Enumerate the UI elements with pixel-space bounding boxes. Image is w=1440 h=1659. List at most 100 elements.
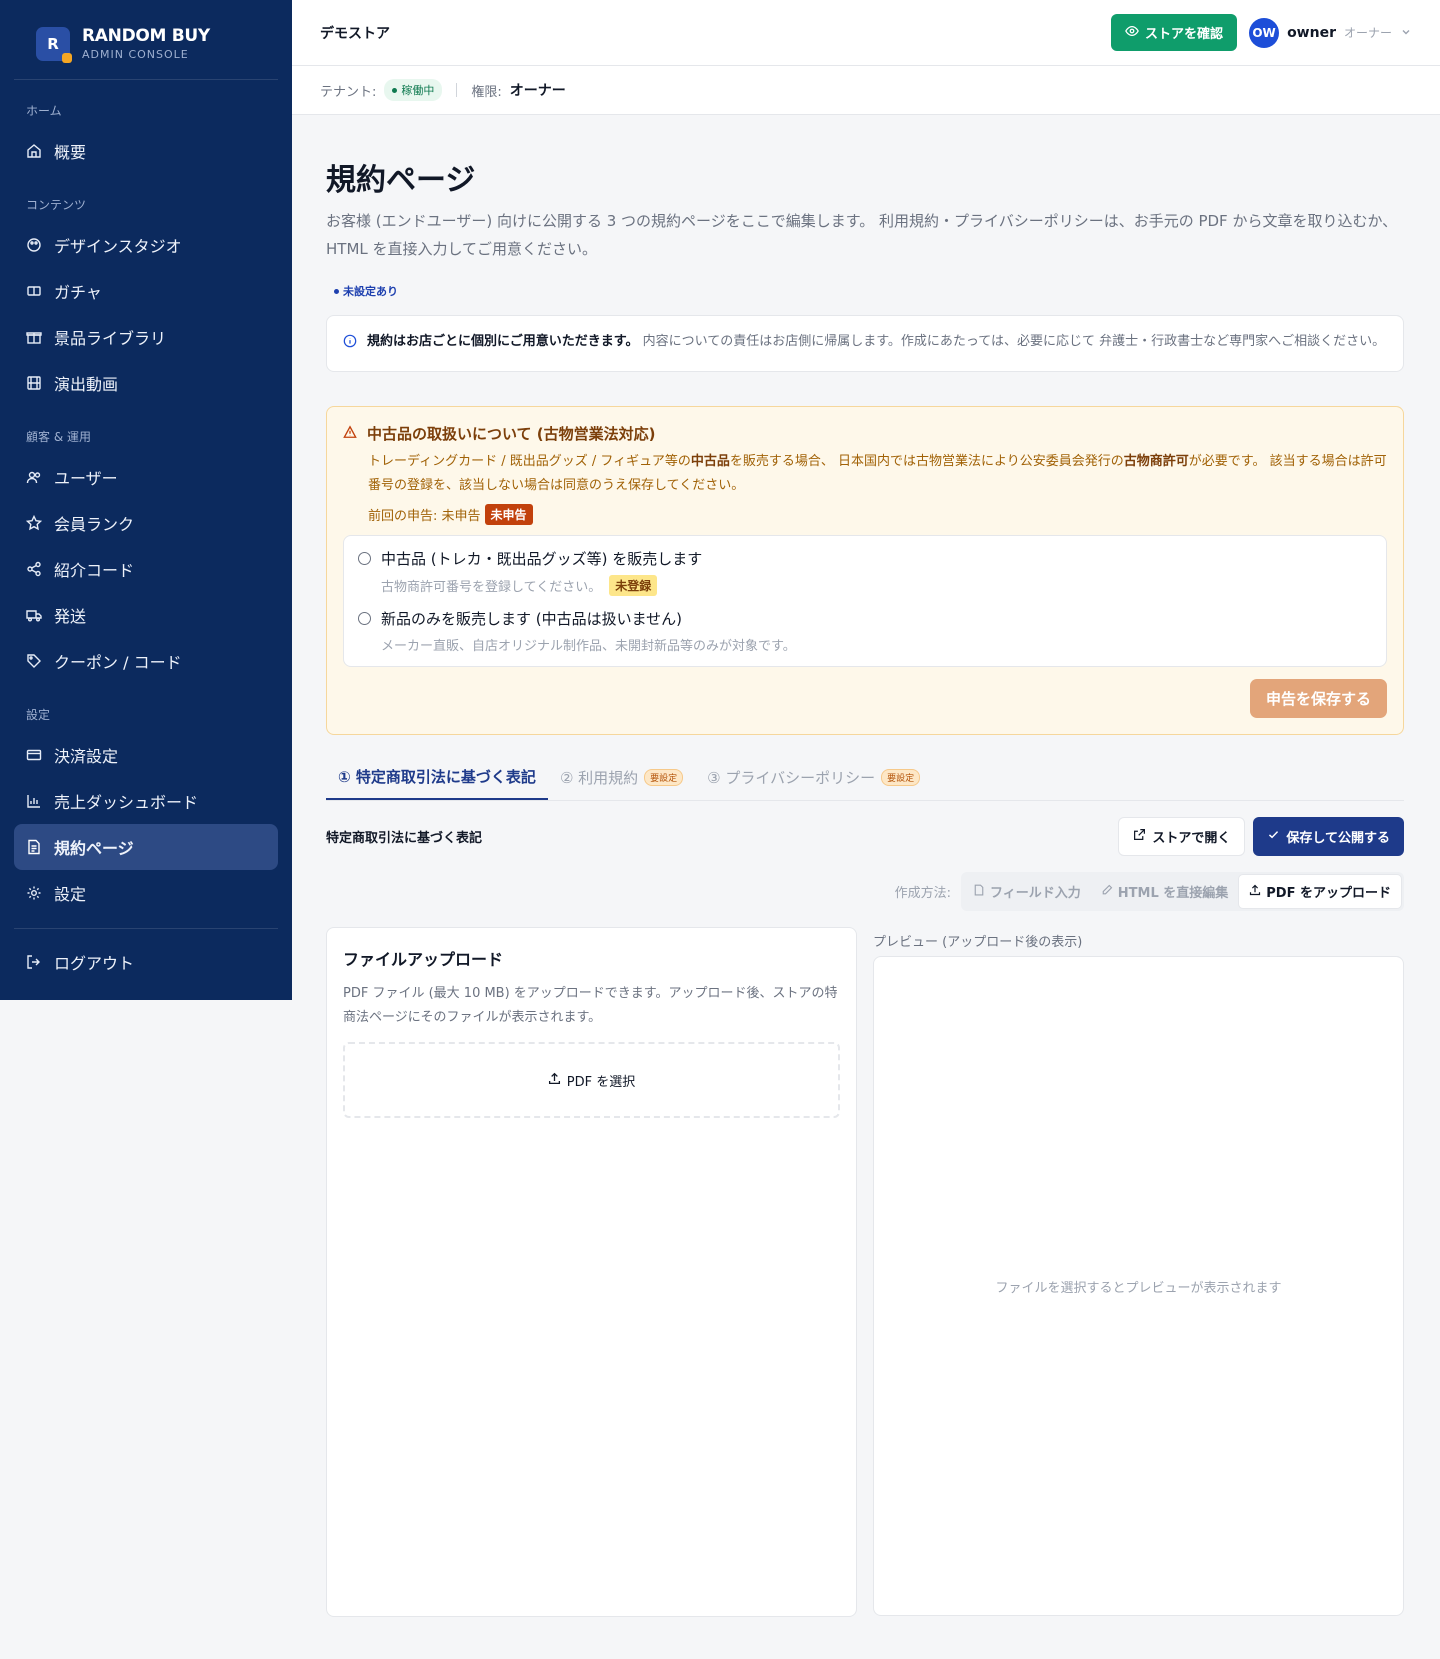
preview-label: プレビュー (アップロード後の表示) bbox=[873, 935, 1083, 950]
method-field-input[interactable]: フィールド入力 bbox=[963, 874, 1091, 909]
sidebar-item-overview[interactable]: 概要 bbox=[14, 128, 278, 174]
sidebar-item-sales-dashboard[interactable]: 売上ダッシュボード bbox=[14, 778, 278, 824]
option-label: 新品のみを販売します (中古品は扱いません) bbox=[381, 610, 683, 628]
info-text: 内容についての責任はお店側に帰属します。作成にあたっては、必要に応じて 弁護士・… bbox=[642, 334, 1386, 349]
nav-heading: 顧客 & 運用 bbox=[26, 430, 91, 444]
notice-text-bold: 古物商許可 bbox=[1123, 454, 1189, 469]
sidebar-item-label: 規約ページ bbox=[54, 839, 134, 858]
creation-method-tabs: フィールド入力 HTML を直接編集 PDF をアップロード bbox=[961, 872, 1404, 911]
previous-declaration: 前回の申告: 未申告 未申告 bbox=[343, 504, 1387, 525]
sidebar-item-design-studio[interactable]: デザインスタジオ bbox=[14, 222, 278, 268]
eye-icon bbox=[1125, 24, 1139, 42]
users-icon bbox=[26, 469, 42, 485]
previous-declaration-label: 前回の申告: 未申告 bbox=[368, 509, 481, 524]
main-content: 規約ページ お客様 (エンドユーザー) 向けに公開する 3 つの規約ページをここ… bbox=[326, 115, 1404, 1617]
star-icon bbox=[26, 515, 42, 531]
gift-icon bbox=[26, 329, 42, 345]
sidebar-item-settings[interactable]: 設定 bbox=[14, 870, 278, 916]
chevron-down-icon bbox=[1400, 23, 1412, 42]
unset-badge: 未設定あり bbox=[326, 281, 406, 301]
save-declaration-button[interactable]: 申告を保存する bbox=[1249, 679, 1387, 718]
sidebar-item-payment[interactable]: 決済設定 bbox=[14, 732, 278, 778]
option-new-only[interactable]: 新品のみを販売します (中古品は扱いません) bbox=[358, 608, 1372, 629]
nav-heading: 設定 bbox=[26, 708, 51, 722]
view-store-button[interactable]: ストアを確認 bbox=[1111, 14, 1238, 51]
option-secondhand[interactable]: 中古品 (トレカ・既出品グッズ等) を販売します bbox=[358, 548, 1372, 569]
radio-button[interactable] bbox=[358, 552, 371, 565]
notice-title-row: 中古品の取扱いについて (古物営業法対応) bbox=[343, 423, 1387, 444]
view-store-label: ストアを確認 bbox=[1145, 27, 1224, 42]
sidebar-item-label: 演出動画 bbox=[54, 375, 119, 394]
ticket-icon bbox=[26, 283, 42, 299]
radio-button[interactable] bbox=[358, 612, 371, 625]
brand-name: RANDOM BUY bbox=[82, 26, 210, 46]
film-icon bbox=[26, 375, 42, 391]
creation-method: 作成方法: フィールド入力 HTML を直接編集 PDF をアップロード bbox=[326, 872, 1404, 911]
info-icon bbox=[343, 333, 357, 357]
nav-group-logout: ログアウト bbox=[0, 939, 292, 985]
sidebar-item-label: 会員ランク bbox=[54, 515, 135, 534]
sidebar-item-referral[interactable]: 紹介コード bbox=[14, 546, 278, 592]
status-badge: 稼働中 bbox=[384, 79, 443, 101]
option-hint-text: 古物商許可番号を登録してください。 bbox=[381, 580, 602, 595]
document-icon bbox=[973, 884, 985, 900]
sidebar-item-shipping[interactable]: 発送 bbox=[14, 592, 278, 638]
notice-text-bold: 中古品 bbox=[690, 454, 730, 469]
avatar: OW bbox=[1249, 17, 1280, 48]
info-text-block: 規約はお店ごとに個別にご用意いただきます。 内容についての責任はお店側に帰属しま… bbox=[367, 330, 1385, 357]
open-in-store-label: ストアで開く bbox=[1152, 831, 1231, 846]
user-name: owner bbox=[1287, 24, 1336, 41]
brand[interactable]: R RANDOM BUY ADMIN CONSOLE bbox=[14, 0, 278, 80]
sidebar-item-label: 景品ライブラリ bbox=[54, 329, 167, 348]
external-link-icon bbox=[1133, 828, 1146, 845]
logout-label: ログアウト bbox=[54, 954, 135, 973]
notice-text-part: を販売する場合、 日本国内では古物営業法により公安委員会発行の bbox=[729, 454, 1124, 469]
open-in-store-button[interactable]: ストアで開く bbox=[1118, 817, 1246, 856]
method-html-edit[interactable]: HTML を直接編集 bbox=[1091, 874, 1239, 909]
tag-icon bbox=[26, 653, 42, 669]
sidebar-item-label: 売上ダッシュボード bbox=[54, 793, 199, 812]
preview-column: プレビュー (アップロード後の表示) ファイルを選択するとプレビューが表示されま… bbox=[873, 927, 1404, 1617]
unset-text: 未設定あり bbox=[343, 285, 398, 298]
method-pdf-upload[interactable]: PDF をアップロード bbox=[1238, 874, 1402, 909]
section-title: 特定商取引法に基づく表記 bbox=[326, 831, 483, 846]
upload-title: ファイルアップロード bbox=[343, 950, 504, 969]
option-hint-text: メーカー直販、自店オリジナル制作品、未開封新品等のみが対象です。 bbox=[381, 639, 796, 654]
status-dot bbox=[334, 288, 339, 294]
logout-button[interactable]: ログアウト bbox=[14, 939, 278, 985]
sidebar-item-users[interactable]: ユーザー bbox=[14, 454, 278, 500]
nav-group-home: ホーム 概要 bbox=[0, 102, 292, 174]
option-hint: メーカー直販、自店オリジナル制作品、未開封新品等のみが対象です。 bbox=[358, 635, 1372, 654]
check-icon bbox=[1267, 828, 1280, 845]
card-icon bbox=[26, 747, 42, 763]
notice-title: 中古品の取扱いについて (古物営業法対応) bbox=[367, 425, 656, 443]
nav-group-customers: 顧客 & 運用 ユーザー 会員ランク 紹介コード 発送 クーポン / コード bbox=[0, 428, 292, 684]
method-label: PDF をアップロード bbox=[1266, 886, 1391, 901]
tab-privacy-policy[interactable]: ③ プライバシーポリシー 要設定 bbox=[695, 767, 932, 800]
pdf-dropzone[interactable]: PDF を選択 bbox=[343, 1042, 840, 1118]
save-publish-button[interactable]: 保存して公開する bbox=[1253, 817, 1404, 856]
sidebar-item-label: 概要 bbox=[54, 143, 87, 162]
store-name: デモストア bbox=[320, 25, 390, 42]
sidebar-item-member-rank[interactable]: 会員ランク bbox=[14, 500, 278, 546]
sidebar-item-coupons[interactable]: クーポン / コード bbox=[14, 638, 278, 684]
tab-tokushoho[interactable]: ① 特定商取引法に基づく表記 bbox=[326, 766, 548, 800]
divider bbox=[456, 83, 458, 97]
tab-terms-of-use[interactable]: ② 利用規約 要設定 bbox=[548, 767, 695, 800]
page-description: お客様 (エンドユーザー) 向けに公開する 3 つの規約ページをここで編集します… bbox=[326, 212, 1398, 258]
sidebar-item-videos[interactable]: 演出動画 bbox=[14, 360, 278, 406]
sidebar-item-gacha[interactable]: ガチャ bbox=[14, 268, 278, 314]
sidebar: R RANDOM BUY ADMIN CONSOLE ホーム 概要 コンテンツ … bbox=[0, 0, 292, 1000]
sidebar-item-prize-library[interactable]: 景品ライブラリ bbox=[14, 314, 278, 360]
tenant-bar: テナント: 稼働中 権限: オーナー bbox=[292, 66, 1440, 115]
upload-icon bbox=[548, 1072, 561, 1089]
palette-icon bbox=[26, 237, 42, 253]
user-menu[interactable]: OW owner オーナー bbox=[1249, 17, 1412, 48]
method-label: HTML を直接編集 bbox=[1117, 886, 1229, 901]
sidebar-item-terms[interactable]: 規約ページ bbox=[14, 824, 278, 870]
tenant-label: テナント: bbox=[320, 84, 377, 100]
pencil-icon bbox=[1101, 884, 1113, 900]
sidebar-item-label: ユーザー bbox=[54, 469, 118, 488]
gear-icon bbox=[26, 885, 42, 901]
sidebar-item-label: ガチャ bbox=[54, 283, 102, 302]
